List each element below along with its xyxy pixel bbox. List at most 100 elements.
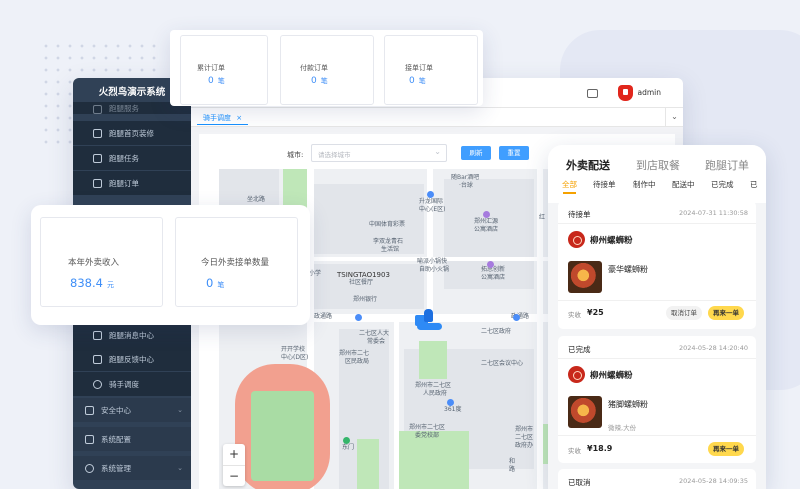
- map-label: 中心(E区): [419, 206, 446, 213]
- paid-label: 实收: [568, 311, 581, 319]
- map-pin[interactable]: [487, 261, 494, 268]
- map-pin[interactable]: [513, 314, 520, 321]
- map-label: 生活馆: [381, 246, 400, 253]
- order-card[interactable]: 已完成 2024-05-28 14:20:40 柳州螺蛳粉 猪脚螺蛳粉 微辣,大…: [558, 336, 756, 463]
- map-label: 中国体育彩票: [369, 221, 406, 228]
- tab-pickup[interactable]: 到店取餐: [636, 157, 680, 173]
- map-label: 政通路: [314, 313, 333, 320]
- map-label: 拓思创新: [481, 266, 506, 273]
- map-label: 中心(D区): [281, 354, 309, 361]
- map-block: [314, 184, 424, 254]
- mobile-header: 外卖配送 到店取餐 跑腿订单 全部 待接单 制作中 配送中 已完成 已: [548, 145, 766, 203]
- menu-icon: [93, 105, 102, 114]
- rider-icon: [424, 309, 433, 322]
- city-select[interactable]: 请选择城市 ⌄: [311, 144, 447, 162]
- stat-total-orders: 累计订单 0笔: [180, 35, 268, 105]
- cancel-order-button[interactable]: 取消订单: [666, 306, 702, 320]
- refresh-button[interactable]: 刷新: [461, 146, 491, 160]
- sidebar-item-orders[interactable]: 跑腿订单: [73, 171, 191, 195]
- map-label: 自助小火锅: [419, 266, 450, 273]
- map-label: 小学: [309, 270, 322, 277]
- map-road: [394, 319, 399, 489]
- sidebar-item-feedback[interactable]: 跑腿反馈中心: [73, 347, 191, 371]
- map-label: 郑州市二七区: [415, 382, 452, 389]
- city-label: 城市:: [287, 151, 304, 159]
- subtab-delivering[interactable]: 配送中: [672, 179, 695, 190]
- dish-image: [568, 261, 602, 293]
- map-pin[interactable]: [483, 211, 490, 218]
- map-pin[interactable]: [427, 191, 434, 198]
- shop-name: 柳州螺蛳粉: [590, 236, 633, 246]
- subtab-making[interactable]: 制作中: [633, 179, 656, 190]
- user-name[interactable]: admin: [638, 88, 662, 97]
- sidebar-item-messages[interactable]: 跑腿消息中心: [73, 323, 191, 347]
- sidebar-group-system[interactable]: 系统管理 ⌄: [73, 456, 191, 480]
- order-status: 已完成: [568, 345, 591, 354]
- map-label: 和: [509, 458, 516, 465]
- map-label: 委党校部: [415, 432, 440, 439]
- map-pin[interactable]: [343, 437, 350, 444]
- tab-delivery[interactable]: 外卖配送: [566, 157, 610, 174]
- map-label: 二七区: [515, 434, 534, 441]
- map-label: 361度: [444, 406, 462, 413]
- subtab-all[interactable]: 全部: [562, 179, 577, 194]
- map-label: 路: [509, 466, 516, 473]
- sidebar-item-decorate[interactable]: 跑腿首页装修: [73, 121, 191, 145]
- tab-errand[interactable]: 跑腿订单: [705, 157, 749, 173]
- map-label: ·台球: [459, 182, 473, 189]
- subtab-more[interactable]: 已: [750, 179, 758, 190]
- divider: [558, 435, 756, 436]
- map-label: 郑州市二七区: [409, 424, 446, 431]
- map-label: 常委会: [367, 338, 386, 345]
- stat-year-income: 本年外卖收入 838.4 元: [40, 217, 163, 307]
- message-icon[interactable]: [587, 89, 598, 98]
- order-time: 2024-07-31 11:30:58: [678, 209, 748, 217]
- shop-name: 柳州螺蛳粉: [590, 371, 633, 381]
- order-time: 2024-05-28 14:09:35: [678, 477, 748, 485]
- sidebar-item-tasks[interactable]: 跑腿任务: [73, 146, 191, 170]
- map-label: 郑州市二七: [339, 350, 370, 357]
- shield-icon: [85, 405, 94, 415]
- tab-dispatch[interactable]: 骑手调度 ×: [197, 111, 249, 125]
- map-pin[interactable]: [447, 399, 454, 406]
- reorder-button[interactable]: 再来一单: [708, 306, 744, 320]
- rider-marker[interactable]: [415, 309, 445, 333]
- sidebar-group-config[interactable]: 系统配置: [73, 427, 191, 451]
- map-label: 二七区人大: [359, 330, 390, 337]
- map-label: 人民政府: [423, 390, 448, 397]
- map-label: 政府办: [515, 442, 534, 449]
- order-status: 已取消: [568, 478, 591, 487]
- reset-button[interactable]: 重置: [499, 146, 529, 160]
- order-card[interactable]: 已取消 2024-05-28 14:09:35: [558, 469, 756, 489]
- dish-spec: 微辣,大份: [608, 424, 637, 432]
- zoom-in-button[interactable]: +: [223, 444, 245, 465]
- close-icon[interactable]: ×: [236, 114, 242, 122]
- divider: [558, 300, 756, 301]
- map-label: 区民政局: [345, 358, 370, 365]
- zoom-out-button[interactable]: −: [223, 465, 245, 486]
- feedback-icon: [93, 354, 102, 364]
- order-card[interactable]: 待接单 2024-07-31 11:30:58 柳州螺蛳粉 豪华螺蛳粉 实收 ¥…: [558, 201, 756, 329]
- subtab-done[interactable]: 已完成: [711, 179, 734, 190]
- sidebar-item-dispatch[interactable]: 骑手调度: [73, 372, 191, 396]
- sidebar-group-security[interactable]: 安全中心 ⌄: [73, 398, 191, 422]
- chevron-down-icon[interactable]: ⌄: [665, 108, 683, 127]
- map-pin[interactable]: [355, 314, 362, 321]
- reorder-button[interactable]: 再来一单: [708, 442, 744, 456]
- stat-today-orders: 今日外卖接单数量 0笔: [175, 217, 298, 307]
- stat-accepted-orders: 接单订单 0笔: [384, 35, 478, 105]
- paid-amount: ¥18.9: [587, 444, 613, 453]
- scooter-icon: [417, 323, 442, 330]
- avatar[interactable]: [618, 85, 633, 101]
- stats-card-top: 累计订单 0笔 付款订单 0笔 接单订单 0笔: [170, 30, 483, 106]
- paid-label: 实收: [568, 447, 581, 455]
- message-icon: [93, 330, 102, 340]
- stat-paid-orders: 付款订单 0笔: [280, 35, 374, 105]
- chevron-down-icon: ⌄: [434, 147, 441, 156]
- subtab-pending[interactable]: 待接单: [593, 179, 616, 190]
- map-label: 公寓酒店: [474, 226, 499, 233]
- map-label: 红: [539, 214, 546, 221]
- map-label: 二七区会议中心: [481, 360, 524, 367]
- paid-amount: ¥25: [587, 308, 604, 317]
- map-label: 李双龙青石: [373, 238, 404, 245]
